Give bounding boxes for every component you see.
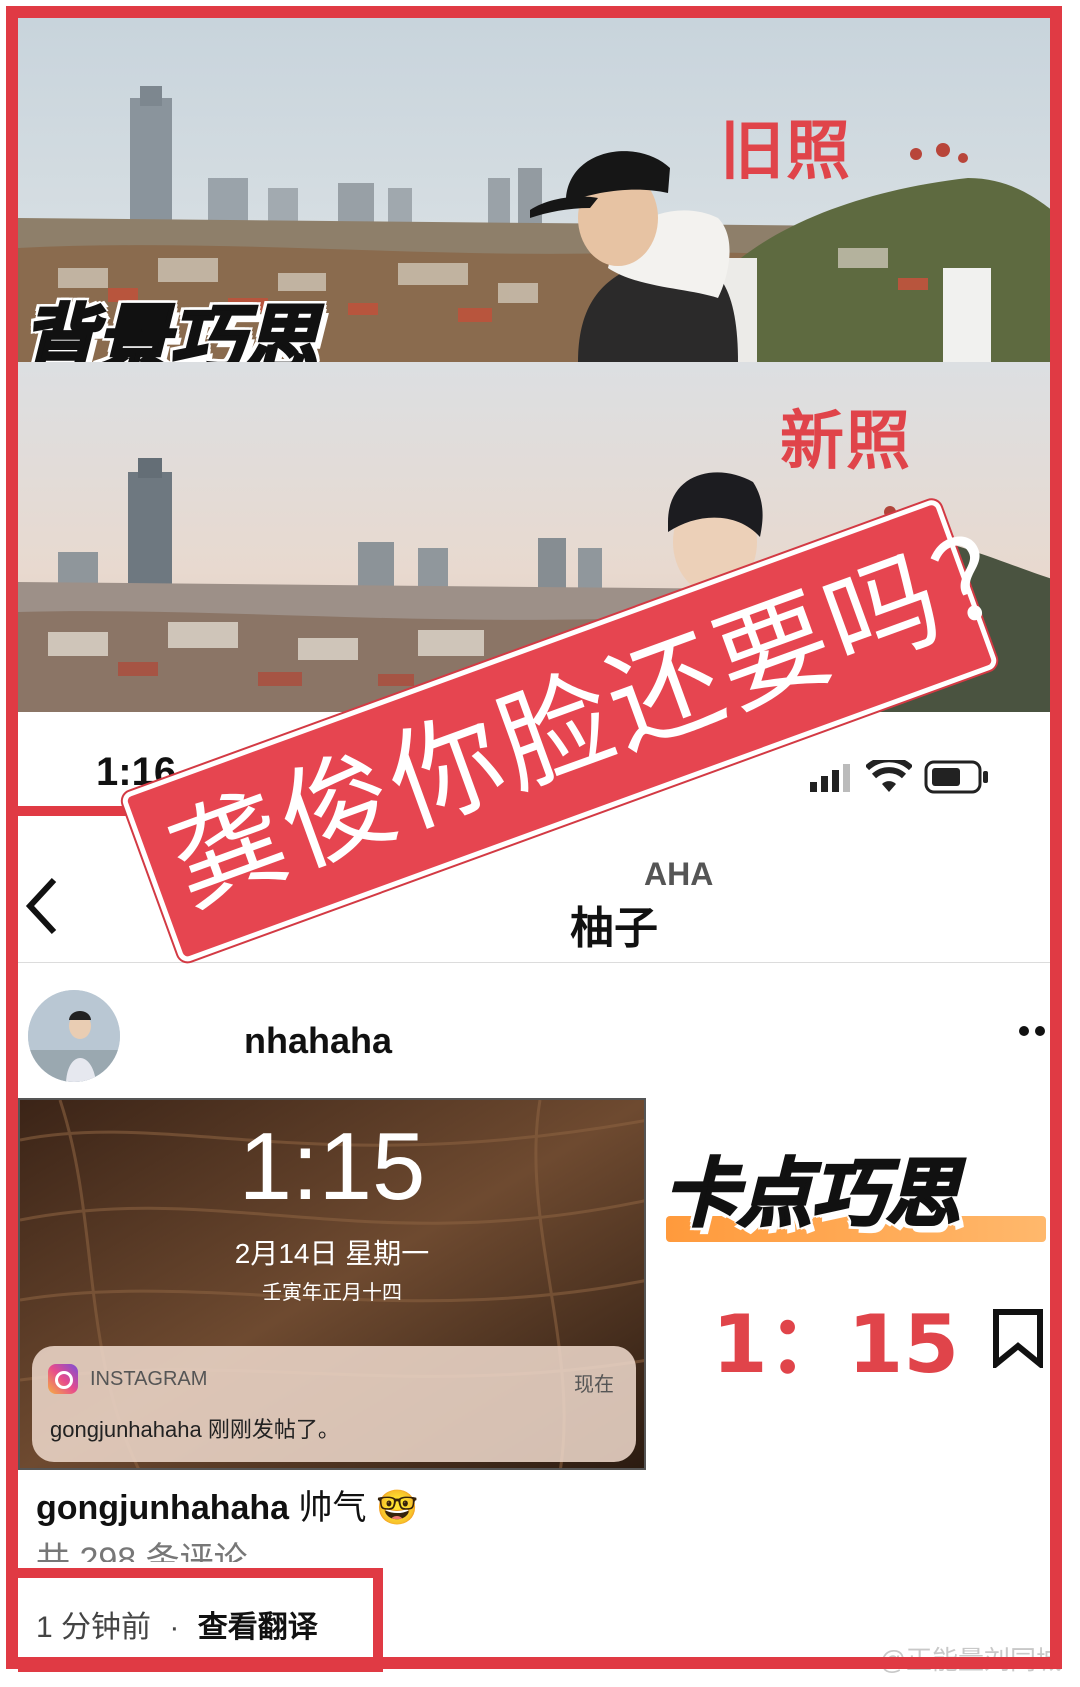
- lockscreen-lunar: 壬寅年正月十四: [262, 1282, 402, 1304]
- bookmark-icon[interactable]: [992, 1308, 1044, 1373]
- post-author-row: nhahaha: [18, 990, 1062, 1090]
- signal-icon: [810, 764, 854, 797]
- notification-time: 现在: [574, 1374, 614, 1396]
- header-title: 柚子: [570, 904, 658, 953]
- battery-icon: [924, 760, 990, 799]
- post-image-lockscreen: 1:15 2月14日 星期一 壬寅年正月十四 INSTAGRAM 现在 gong…: [18, 1098, 646, 1470]
- instagram-icon: [48, 1364, 78, 1394]
- post-timestamp-row: 1 分钟前 · 查看翻译: [36, 1611, 318, 1644]
- watermark: @正能量刘同城: [879, 1645, 1062, 1675]
- back-icon[interactable]: [22, 876, 62, 941]
- sticker-timing-idea: 卡点巧思: [663, 1150, 962, 1239]
- instagram-notification[interactable]: INSTAGRAM 现在 gongjunhahaha 刚刚发帖了。: [32, 1346, 636, 1462]
- comments-link[interactable]: 共 298 条评论: [36, 1540, 248, 1562]
- notification-text: gongjunhahaha 刚刚发帖了。: [50, 1417, 340, 1442]
- lockscreen-time: 1:15: [238, 1113, 426, 1220]
- notification-app: INSTAGRAM: [90, 1368, 208, 1390]
- caption-text: 帅气: [298, 1489, 367, 1527]
- post-timestamp: 1 分钟前: [36, 1611, 152, 1644]
- post-caption: gongjunhahaha 帅气 🤓: [36, 1480, 418, 1529]
- avatar[interactable]: [28, 990, 120, 1082]
- see-translation-link[interactable]: 查看翻译: [198, 1611, 318, 1644]
- lockscreen-date: 2月14日 星期一: [234, 1238, 430, 1269]
- wifi-icon: [864, 756, 914, 799]
- new-photo-label: 新照: [780, 405, 912, 479]
- post-username[interactable]: nhahaha: [244, 1020, 392, 1062]
- old-photo-label: 旧照: [720, 115, 852, 189]
- caption-emoji: 🤓: [376, 1489, 419, 1527]
- caption-username[interactable]: gongjunhahaha: [36, 1489, 289, 1527]
- header-subtitle: AHA: [644, 856, 714, 892]
- annotation-time: 1：15: [712, 1298, 959, 1391]
- more-dots-icon[interactable]: [1018, 1024, 1062, 1043]
